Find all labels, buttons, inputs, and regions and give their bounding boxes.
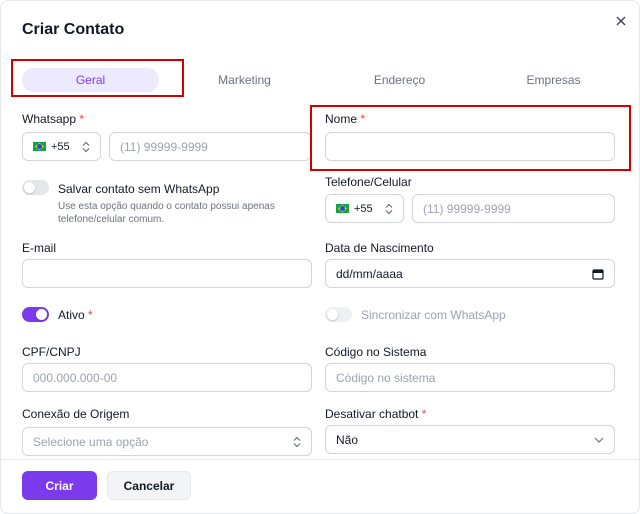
telefone-label: Telefone/Celular [325,175,412,189]
sync-whatsapp-label: Sincronizar com WhatsApp [361,308,506,322]
modal-title: Criar Contato [22,21,125,38]
save-without-whatsapp-label: Salvar contato sem WhatsApp [58,182,220,196]
tab-bar: Geral Marketing Endereço Empresas [13,63,629,97]
create-button[interactable]: Criar [22,471,97,500]
tab-endereco[interactable]: Endereço [331,68,468,92]
system-code-label: Código no Sistema [325,345,427,359]
updown-chevron-icon [82,141,90,153]
sync-whatsapp-toggle[interactable] [325,307,352,322]
tab-empresas[interactable]: Empresas [485,68,622,92]
save-without-whatsapp-help: Use esta opção quando o contato possui a… [58,201,275,225]
ativo-label: Ativo * [58,308,93,322]
email-input[interactable] [22,259,312,288]
birthdate-label: Data de Nascimento [325,241,434,255]
chevron-down-icon [594,437,604,443]
email-label: E-mail [22,241,57,255]
cpf-input[interactable]: 000.000.000-00 [22,363,312,392]
brazil-flag-icon [33,142,46,151]
telefone-country-select[interactable]: +55 [325,194,404,223]
close-icon [616,16,626,26]
whatsapp-label: Whatsapp * [22,112,85,126]
origin-connection-select[interactable]: Selecione uma opção [22,427,312,456]
toggle-knob [327,309,338,320]
toggle-knob [24,182,35,193]
updown-chevron-icon [293,436,301,448]
disable-chatbot-select[interactable]: Não [325,425,615,454]
system-code-input[interactable]: Código no sistema [325,363,615,392]
cancel-button[interactable]: Cancelar [107,471,191,500]
tab-geral[interactable]: Geral [22,68,159,92]
brazil-flag-icon [336,204,349,213]
whatsapp-number-input[interactable]: (11) 99999-9999 [109,132,311,161]
cpf-label: CPF/CNPJ [22,345,81,359]
toggle-knob [36,309,47,320]
create-contact-modal: Criar Contato Geral Marketing Endereço E… [0,0,640,514]
tab-marketing[interactable]: Marketing [176,68,313,92]
nome-label: Nome * [325,112,366,126]
ativo-toggle[interactable] [22,307,49,322]
footer-divider [1,459,639,460]
origin-connection-label: Conexão de Origem [22,407,130,421]
calendar-icon[interactable] [592,268,604,280]
whatsapp-country-select[interactable]: +55 [22,132,101,161]
save-without-whatsapp-toggle[interactable] [22,180,49,195]
close-button[interactable] [611,11,631,31]
updown-chevron-icon [385,203,393,215]
telefone-number-input[interactable]: (11) 99999-9999 [412,194,615,223]
nome-input[interactable] [325,132,615,161]
birthdate-input[interactable]: dd/mm/aaaa [325,259,615,288]
disable-chatbot-label: Desativar chatbot * [325,407,427,421]
